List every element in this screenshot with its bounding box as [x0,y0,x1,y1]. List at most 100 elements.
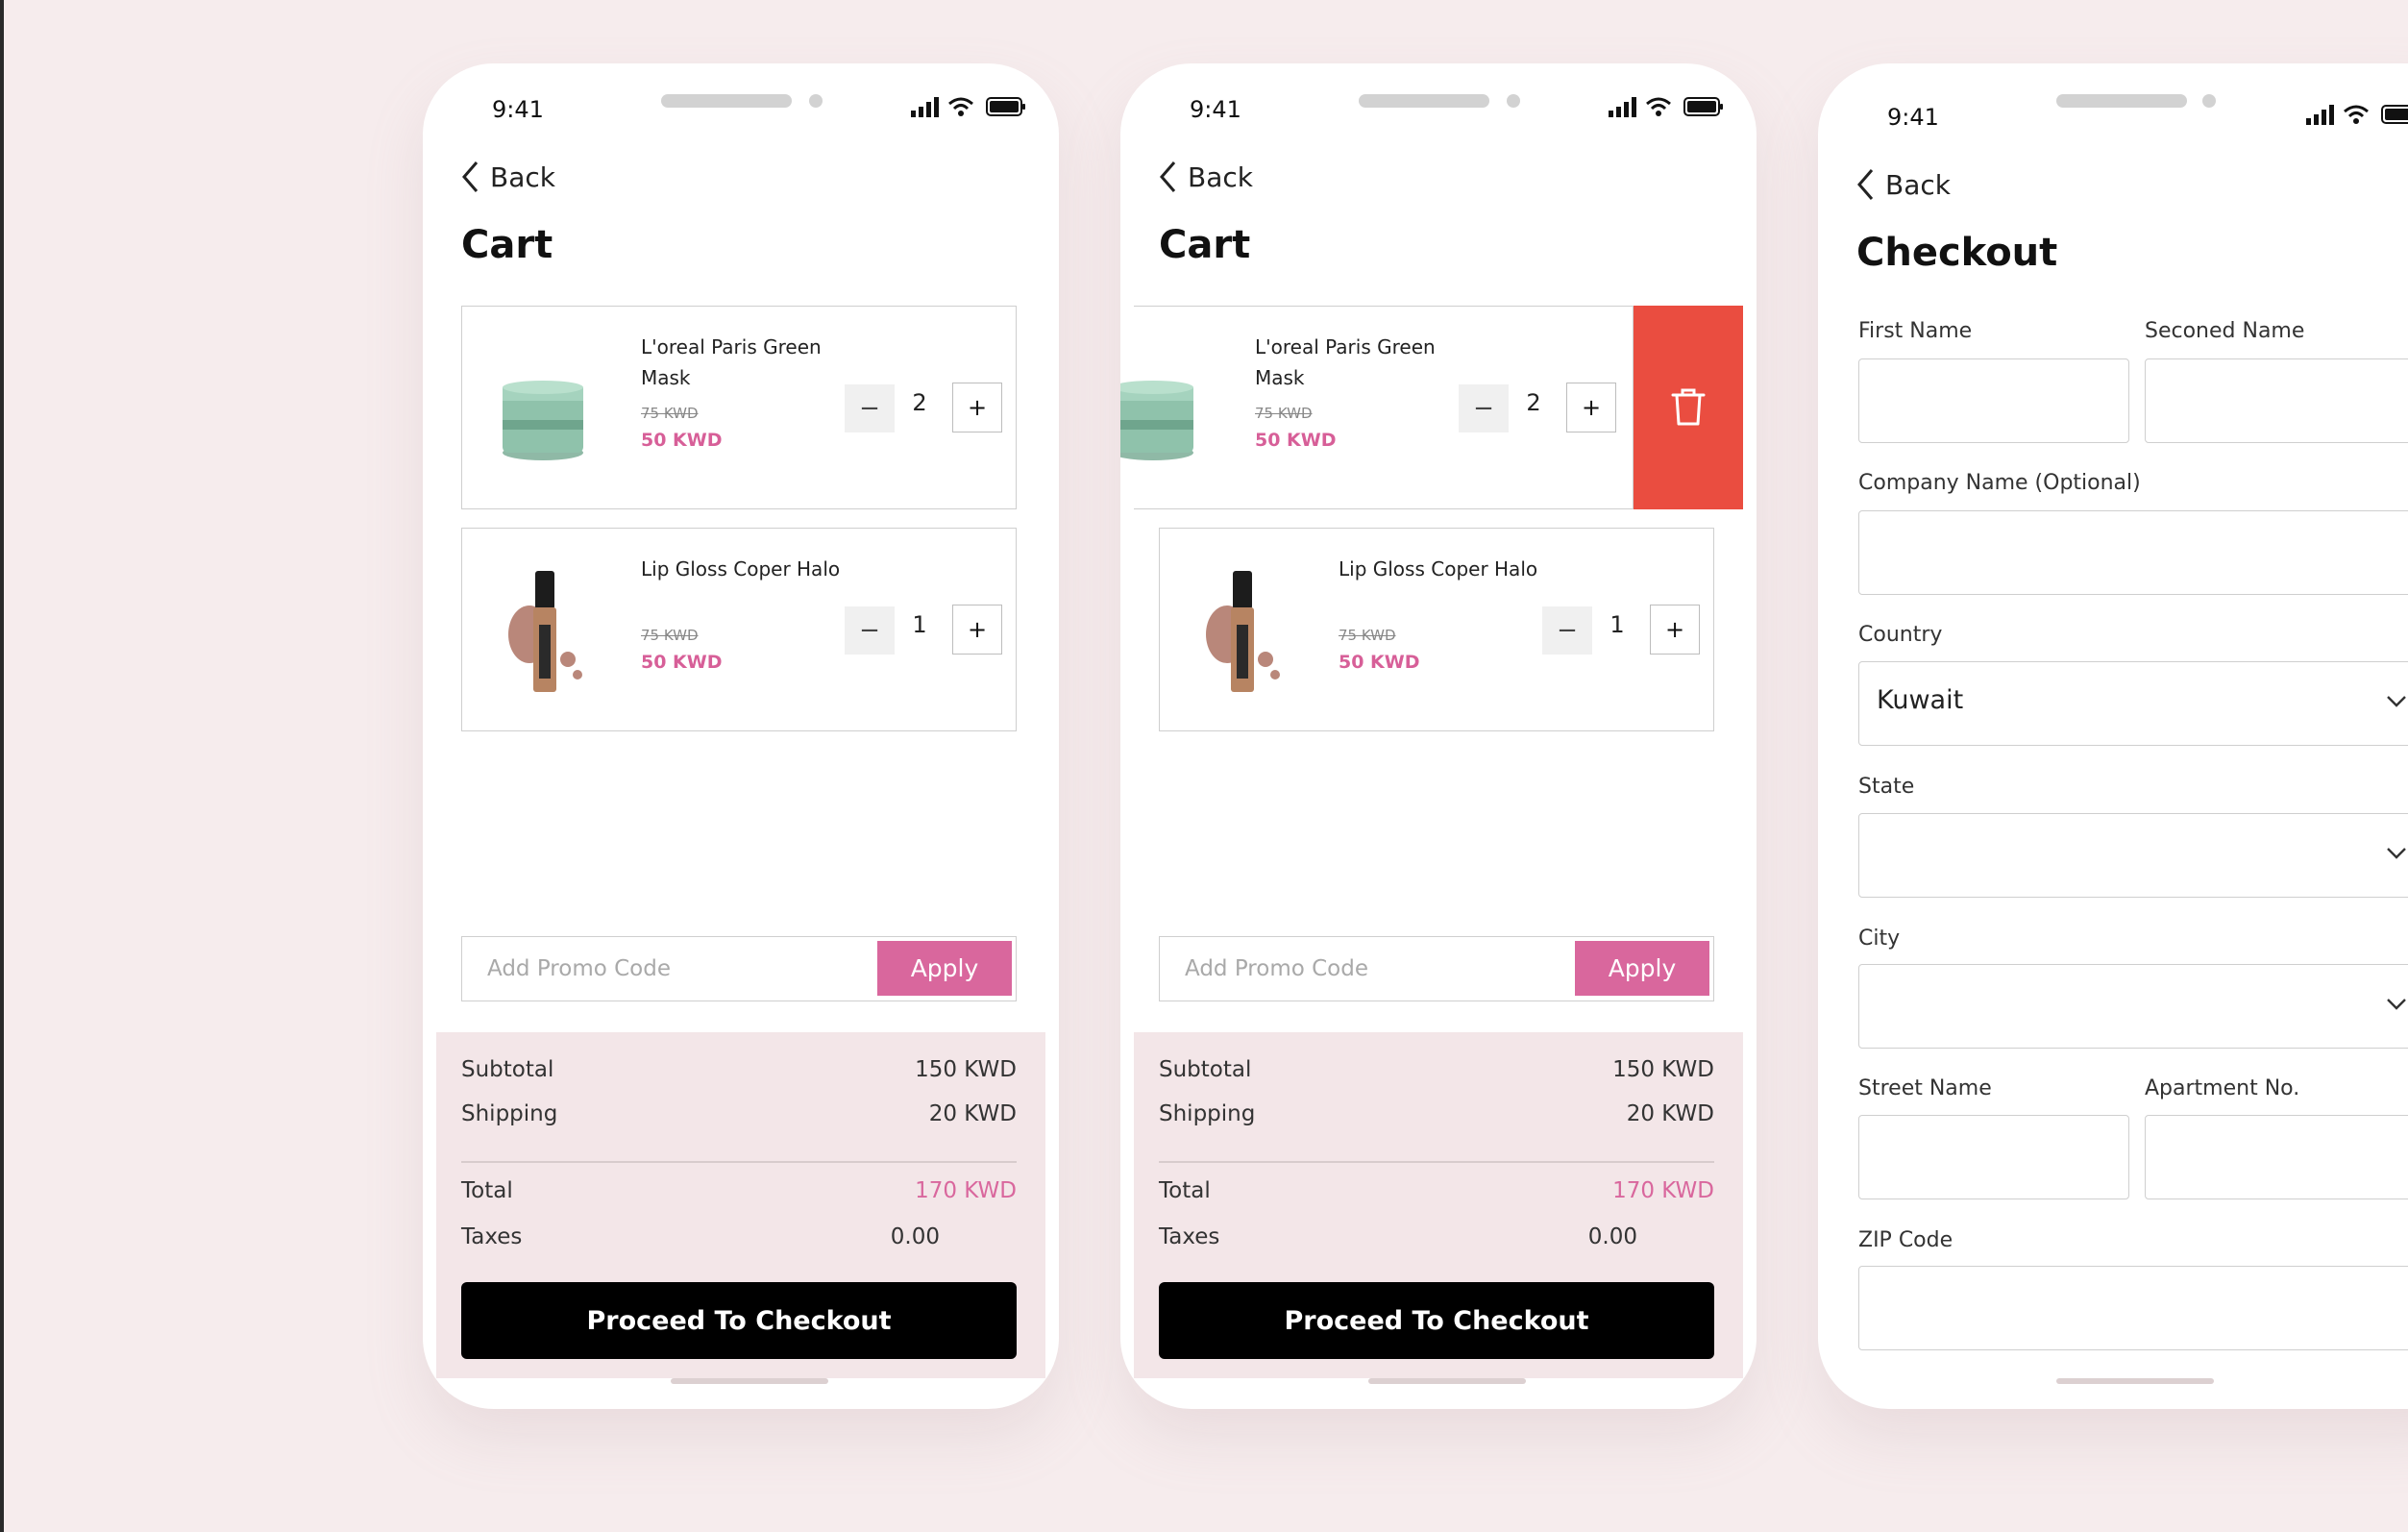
speaker-notch [661,94,792,108]
city-label: City [1858,927,1901,951]
item-old-price: 75 KWD [1255,405,1313,422]
subtotal-value: 150 KWD [1612,1057,1714,1082]
item-name: L'oreal Paris Green Mask [1255,335,1436,389]
battery-icon [986,97,1025,116]
qty-plus-button[interactable]: + [952,383,1002,432]
home-indicator [2056,1378,2214,1384]
state-select[interactable] [1858,813,2408,898]
company-field[interactable] [1858,510,2408,595]
home-indicator [1368,1378,1526,1384]
page-title: Checkout [1856,231,2058,275]
taxes-label: Taxes [461,1224,523,1249]
city-select[interactable] [1858,964,2408,1049]
subtotal-row: Subtotal 150 KWD [1159,1057,1714,1082]
cart-item: Lip Gloss Coper Halo 75 KWD 50 KWD − 1 + [1159,528,1714,731]
zip-code-field[interactable] [1858,1266,2408,1350]
apply-button[interactable]: Apply [877,941,1012,996]
qty-minus-button[interactable]: − [1459,384,1509,432]
summary-divider [1159,1161,1714,1163]
back-button[interactable]: Back [1157,158,1253,196]
first-name-label: First Name [1858,319,1973,343]
cart-item: Lip Gloss Coper Halo 75 KWD 50 KWD − 1 + [461,528,1017,731]
apartment-field[interactable] [2145,1115,2408,1199]
qty-plus-button[interactable]: + [952,605,1002,655]
signal-icon [2306,105,2334,125]
home-indicator [671,1378,828,1384]
proceed-to-checkout-button[interactable]: Proceed To Checkout [461,1282,1017,1359]
qty-plus-button[interactable]: + [1650,605,1700,655]
taxes-value: 0.00 [890,1224,940,1249]
status-icons [911,96,1036,121]
summary-divider [461,1161,1017,1163]
qty-value: 2 [912,389,927,416]
proceed-to-checkout-button[interactable]: Proceed To Checkout [1159,1282,1714,1359]
promo-code-field: Apply [1159,936,1714,1001]
item-name: Lip Gloss Coper Halo [1339,557,1538,581]
phone-cart-swipe: 9:41 Back Cart L'oreal Paris Green Mask … [1120,63,1757,1409]
page-title: Cart [461,223,553,267]
country-label: Country [1858,623,1943,647]
camera-dot [809,94,823,108]
item-old-price: 75 KWD [641,627,699,644]
second-name-field[interactable] [2145,358,2408,443]
battery-icon [1683,97,1723,116]
promo-code-input[interactable] [462,937,893,1001]
apartment-label: Apartment No. [2145,1076,2300,1100]
company-label: Company Name (Optional) [1858,471,2141,495]
phone-cart: 9:41 Back Cart L'oreal Paris Green Mask … [423,63,1059,1409]
back-button[interactable]: Back [1855,165,1951,204]
taxes-value: 0.00 [1587,1224,1637,1249]
shipping-label: Shipping [1159,1101,1256,1126]
wifi-icon [1646,97,1671,116]
back-label: Back [490,161,555,193]
cart-item-swiped[interactable]: L'oreal Paris Green Mask 75 KWD 50 KWD −… [1120,306,1634,509]
item-name: L'oreal Paris Green Mask [641,335,822,389]
taxes-row: Taxes 0.00 [461,1224,1017,1249]
zip-code-label: ZIP Code [1858,1228,1953,1252]
country-select[interactable]: Kuwait [1858,661,2408,746]
first-name-field[interactable] [1858,358,2129,443]
order-summary: Subtotal 150 KWD Shipping 20 KWD Total 1… [1134,1032,1743,1378]
subtotal-label: Subtotal [461,1057,554,1082]
qty-plus-button[interactable]: + [1566,383,1616,432]
total-value: 170 KWD [915,1178,1017,1203]
total-row: Total 170 KWD [461,1178,1017,1203]
item-price: 50 KWD [641,430,723,451]
back-chevron-icon [1857,169,1874,200]
phone-checkout: 9:41 Back Checkout First Name Seconed Na… [1818,63,2408,1409]
chevron-down-icon [2387,848,2406,859]
qty-minus-button[interactable]: − [845,606,895,655]
item-name: Lip Gloss Coper Halo [641,557,841,581]
signal-icon [1609,97,1636,117]
delete-item-button[interactable] [1634,306,1743,509]
apply-button[interactable]: Apply [1575,941,1709,996]
green-mask-image [1120,381,1193,460]
status-icons [1609,96,1733,121]
battery-icon [2381,105,2408,124]
back-label: Back [1188,161,1253,193]
status-icons [2306,104,2408,129]
subtotal-row: Subtotal 150 KWD [461,1057,1017,1082]
wifi-icon [948,97,973,116]
shipping-value: 20 KWD [1626,1101,1714,1126]
total-label: Total [1159,1178,1211,1203]
street-name-field[interactable] [1858,1115,2129,1199]
qty-value: 1 [912,611,927,638]
taxes-label: Taxes [1159,1224,1220,1249]
cart-item: L'oreal Paris Green Mask 75 KWD 50 KWD −… [461,306,1017,509]
speaker-notch [1359,94,1489,108]
speaker-notch [2056,94,2187,108]
qty-minus-button[interactable]: − [845,384,895,432]
back-button[interactable]: Back [459,158,555,196]
back-label: Back [1885,168,1951,201]
promo-code-field: Apply [461,936,1017,1001]
qty-value: 1 [1609,611,1625,638]
promo-code-input[interactable] [1160,937,1590,1001]
second-name-label: Seconed Name [2145,319,2305,343]
qty-minus-button[interactable]: − [1542,606,1592,655]
lip-gloss-image [1206,571,1280,692]
shipping-value: 20 KWD [928,1101,1017,1126]
total-row: Total 170 KWD [1159,1178,1714,1203]
chevron-down-icon [2387,696,2406,707]
lip-gloss-image [508,571,582,692]
